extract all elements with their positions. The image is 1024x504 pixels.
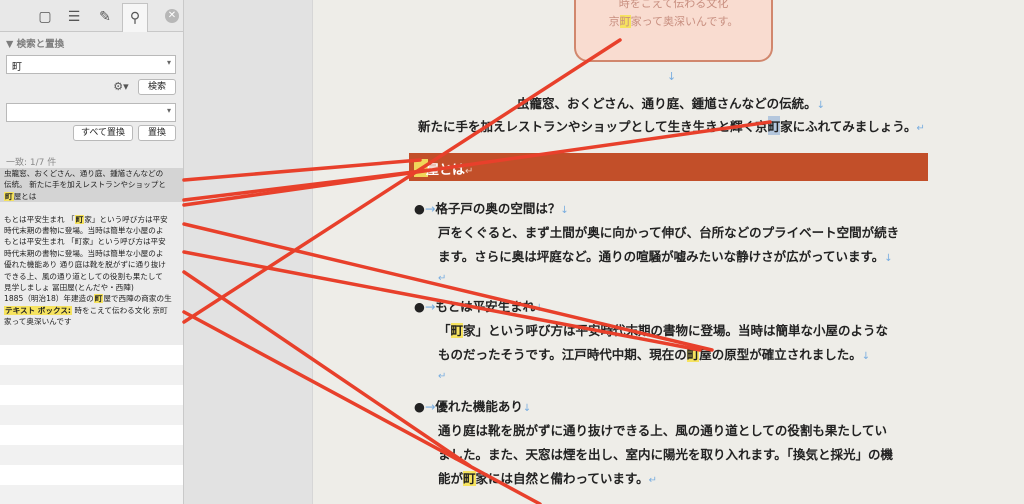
- result-row[interactable]: [0, 202, 183, 213]
- result-row[interactable]: 町屋とは: [0, 190, 183, 203]
- replace-all-button[interactable]: すべて置換: [73, 125, 133, 141]
- chevron-down-icon[interactable]: ▾: [167, 58, 171, 67]
- replace-input[interactable]: ▾: [6, 103, 176, 122]
- close-icon[interactable]: ✕: [165, 9, 179, 23]
- bullet-section-3: ●→優れた機能あり↓: [414, 399, 532, 414]
- section1-body-1: 戸をくぐると、まず土間が奥に向かって伸び、台所などのプライベート空間が続き: [438, 225, 900, 240]
- result-row[interactable]: 優れた機能あり 通り庭は靴を脱がずに通り抜け: [0, 259, 183, 270]
- section3-body-1: 通り庭は靴を脱がずに通り抜けできる上、風の通り道としての役割も果たしてい: [438, 423, 888, 438]
- callout-line2: 京町家って奥深いんです。: [608, 15, 739, 28]
- section3-body-3: 能が町家には自然と備わっています。↵: [438, 471, 658, 486]
- result-row[interactable]: 時代末期の書物に登場。当時は簡単な小屋のよ: [0, 248, 183, 259]
- section3-body-2: ました。また、天窓は煙を出し、室内に陽光を取り入れます。「換気と採光」の機: [438, 447, 894, 462]
- results-empty-area: [0, 345, 183, 504]
- search-input-value: 町: [12, 62, 22, 73]
- results-list: 虫籠窓、おくどさん、通り庭、鍾馗さんなどの 伝統。 新たに手を加えレストランやショ…: [0, 168, 183, 328]
- search-tab-icon[interactable]: ⚲: [122, 3, 148, 32]
- replace-button[interactable]: 置換: [138, 125, 176, 141]
- callout-textbox[interactable]: 時をこえて伝わる文化 京町家って奥深いんです。: [574, 0, 773, 62]
- section2-body-2: ものだったそうです。江戸時代中期、現在の町屋の原型が確立されました。↓: [438, 347, 871, 362]
- result-row[interactable]: もとは平安生まれ 「町家」という呼び方は平安: [0, 236, 183, 247]
- result-row[interactable]: 見学しましょ 冨田屋(とんだや・西陣): [0, 282, 183, 293]
- intro-line-2: 新たに手を加えレストランやショップとして生き生きと輝く京町家にふれてみましょう。…: [418, 116, 925, 135]
- gear-icon[interactable]: ⚙▾: [110, 80, 132, 94]
- result-row[interactable]: テキスト ボックス: 時をこえて伝わる文化 京町: [0, 305, 183, 316]
- pages-icon[interactable]: ▢: [32, 4, 58, 30]
- search-input[interactable]: 町 ▾: [6, 55, 176, 74]
- result-row[interactable]: 1885（明治18）年建造の町屋で西陣の商家の生: [0, 293, 183, 304]
- arrow-down-icon: ↓: [667, 70, 677, 83]
- sidebar-tabs: ▢ ☰ ✎ ⚲ ✕: [0, 0, 183, 32]
- edit-icon[interactable]: ✎: [92, 4, 118, 30]
- bullet-section-2: ●→もとは平安生まれ↓: [414, 299, 544, 314]
- list-icon[interactable]: ☰: [61, 4, 87, 30]
- result-row[interactable]: 伝統。 新たに手を加えレストランやショップと: [0, 179, 183, 191]
- search-button[interactable]: 検索: [138, 79, 176, 95]
- bullet-section-1: ●→格子戸の奥の空間は？↓: [414, 201, 569, 216]
- section2-body-1: 「町家」という呼び方は平安時代末期の書物に登場。当時は簡単な小屋のような: [438, 323, 889, 338]
- return-mark: ↵: [438, 273, 447, 284]
- result-row[interactable]: できる上、風の通り道としての役割も果たして: [0, 271, 183, 282]
- result-row[interactable]: 時代末期の書物に登場。当時は簡単な小屋のよ: [0, 225, 183, 236]
- panel-title[interactable]: ▼ 検索と置換: [6, 36, 64, 50]
- result-count: 一致: 1/7 件: [6, 158, 57, 168]
- return-mark: ↵: [438, 371, 447, 382]
- section-heading-bar: [409, 153, 928, 181]
- callout-line1: 時をこえて伝わる文化: [618, 0, 729, 10]
- intro-line-1: 虫籠窓、おくどさん、通り庭、鍾馗さんなどの伝統。↓: [517, 96, 826, 111]
- result-row[interactable]: 家って奥深いんです: [0, 316, 183, 327]
- document-gutter: [184, 0, 312, 504]
- search-sidebar: ▢ ☰ ✎ ⚲ ✕ ▼ 検索と置換 町 ▾ ⚙▾ 検索 ▾ すべて置換 置換 一…: [0, 0, 184, 504]
- section1-body-2: ます。さらに奥は坪庭など。通りの喧騒が嘘みたいな静けさが広がっています。↓: [438, 249, 893, 264]
- result-row[interactable]: もとは平安生まれ 「町家」という呼び方は平安: [0, 214, 183, 225]
- section-heading: 屋とは↵: [426, 163, 474, 178]
- chevron-down-icon[interactable]: ▾: [167, 106, 171, 115]
- result-row[interactable]: 虫籠窓、おくどさん、通り庭、鍾馗さんなどの: [0, 168, 183, 180]
